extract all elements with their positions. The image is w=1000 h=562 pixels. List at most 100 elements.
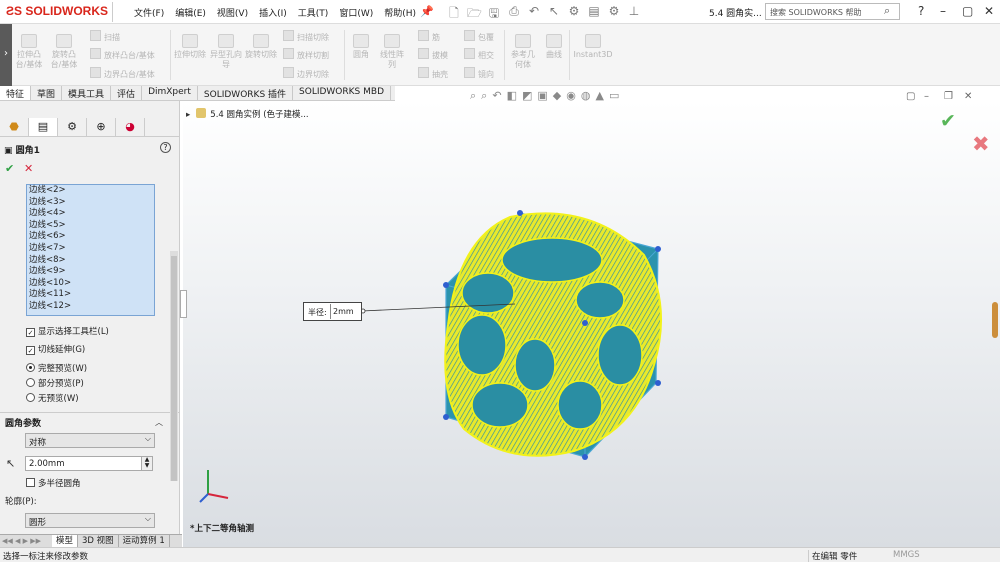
search-icon[interactable]: ⌕ [884,4,890,18]
new-icon[interactable]: 🗋 [447,4,461,25]
status-units[interactable]: MMGS [893,550,920,560]
radius-callout[interactable]: 半径: 2mm [303,302,362,321]
close-icon[interactable]: ✕ [984,4,994,18]
view-settings-icon[interactable]: ▭ [609,89,619,103]
viewport-restore-icon[interactable]: ❐ [944,91,953,102]
save-icon[interactable]: 🖫 [487,4,501,25]
symmetric-select[interactable]: 对称 [25,433,155,448]
revolve-boss-button[interactable]: 旋转凸台/基体 [47,34,81,70]
pin-icon[interactable]: 📌 [420,5,434,18]
expand-arrow-icon[interactable]: ▸ [186,110,190,120]
minimize-icon[interactable]: – [940,4,946,18]
list-item[interactable]: 边线<11> [27,289,154,301]
feature-manager-tab-icon[interactable]: ⬣ [0,118,29,136]
tab-scroll-arrows[interactable]: ◀◀ ◀ ▶ ▶▶ [0,535,52,547]
wrap-button[interactable]: 包覆 [464,30,494,43]
shell-button[interactable]: 抽壳 [418,67,448,80]
list-item[interactable]: 边线<8> [27,255,154,267]
vertex-handle[interactable] [582,320,588,326]
vertex-handle[interactable] [655,380,661,386]
property-manager-tab-icon[interactable]: ▤ [29,118,58,136]
tab-dimxpert[interactable]: DimXpert [142,86,198,100]
select-icon[interactable]: ↖ [547,4,561,25]
undo-icon[interactable]: ↶ [527,4,541,25]
list-item[interactable]: 边线<3> [27,197,154,209]
vertex-handle[interactable] [655,246,661,252]
loft-button[interactable]: 放样凸台/基体 [90,48,155,61]
display-style-icon[interactable]: ◆ [553,89,561,103]
hide-show-icon[interactable]: ◉ [566,89,576,103]
zoom-area-icon[interactable]: ⌕ [481,89,487,103]
fillet-button[interactable]: 圆角 [348,34,374,60]
confirm-cancel-icon[interactable]: ✖ [972,132,990,156]
vertex-handle[interactable] [443,414,449,420]
tab-3d-views[interactable]: 3D 视图 [78,535,119,547]
fillet-parameters-header[interactable]: 圆角参数 [5,416,175,429]
linear-pattern-button[interactable]: 线性阵列 [377,34,407,70]
display-manager-tab-icon[interactable]: ◕ [116,118,145,136]
confirm-ok-icon[interactable]: ✔ [940,110,956,132]
tab-evaluate[interactable]: 评估 [111,86,143,100]
section-view-icon[interactable]: ◧ [507,89,517,103]
radius-input[interactable]: 2.00mm [25,456,153,471]
reference-geometry-button[interactable]: 参考几何体 [508,34,538,70]
tab-features[interactable]: 特征 [0,86,32,100]
multi-radius-checkbox[interactable]: 多半径圆角 [26,478,81,489]
tangent-propagation-checkbox[interactable]: ✓ 切线延伸(G) [26,345,85,355]
vertex-handle[interactable] [582,454,588,460]
revolve-cut-button[interactable]: 旋转切除 [245,34,277,60]
panel-scrollbar-thumb[interactable] [171,256,177,481]
vertex-handle[interactable] [443,282,449,288]
menu-edit[interactable]: 编辑(E) [175,6,206,19]
list-item[interactable]: 边线<9> [27,266,154,278]
panel-splitter-handle[interactable] [180,290,187,318]
open-icon[interactable]: 🗁 [467,4,482,25]
boundary-cut-button[interactable]: 边界切除 [283,67,329,80]
rib-button[interactable]: 筋 [418,30,440,43]
list-item[interactable]: 边线<5> [27,220,154,232]
apply-scene-icon[interactable]: ▲ [595,89,603,103]
view-orientation-icon[interactable]: ▣ [537,89,547,103]
full-preview-radio[interactable]: 完整预览(W) [26,363,87,374]
file-properties-icon[interactable]: ▤ [587,4,601,25]
menu-window[interactable]: 窗口(W) [339,6,373,19]
menu-insert[interactable]: 插入(I) [259,6,287,19]
sweep-button[interactable]: 扫描 [90,30,120,43]
partial-preview-radio[interactable]: 部分预览(P) [26,378,84,389]
ok-icon[interactable]: ✔ [5,162,14,175]
help-icon[interactable]: ? [160,142,171,153]
tab-addins[interactable]: SOLIDWORKS 插件 [198,86,294,100]
collapse-icon[interactable]: ︿ [155,417,163,428]
profile-select[interactable]: 圆形 [25,513,155,528]
tab-mbd[interactable]: SOLIDWORKS MBD [293,86,391,100]
search-input[interactable]: 搜索 SOLIDWORKS 帮助 [765,3,900,20]
viewport-expand-icon[interactable]: ▢ [906,91,915,102]
menu-file[interactable]: 文件(F) [134,6,164,19]
mirror-button[interactable]: 镜向 [464,67,494,80]
pushpin-icon[interactable]: ⊥ [627,4,641,25]
tab-mold-tools[interactable]: 模具工具 [62,86,112,100]
boundary-boss-button[interactable]: 边界凸台/基体 [90,67,155,80]
dynamic-annotation-icon[interactable]: ◩ [522,89,532,103]
hole-wizard-button[interactable]: 异型孔向导 [210,34,242,70]
tab-model[interactable]: 模型 [52,535,79,547]
edge-selection-list[interactable]: 边线<2> 边线<3> 边线<4> 边线<5> 边线<6> 边线<7> 边线<8… [26,184,155,316]
viewport-scroll-thumb[interactable] [992,302,998,338]
tab-motion-study[interactable]: 运动算例 1 [119,535,170,547]
curves-button[interactable]: 曲线 [542,34,566,60]
list-item[interactable]: 边线<2> [27,185,154,197]
lofted-cut-button[interactable]: 放样切割 [283,48,329,61]
swept-cut-button[interactable]: 扫描切除 [283,30,329,43]
feature-tree-flyout[interactable]: ▸ 5.4 圆角实例 (色子建模... [186,108,309,120]
edit-appearance-icon[interactable]: ◍ [581,89,591,103]
rebuild-icon[interactable]: ⚙ [567,4,581,25]
list-item[interactable]: 边线<10> [27,278,154,290]
list-item[interactable]: 边线<4> [27,208,154,220]
vertex-handle[interactable] [517,210,523,216]
cube-model[interactable] [440,205,670,460]
ribbon-expand-icon[interactable]: › [0,24,12,86]
configuration-manager-tab-icon[interactable]: ⚙ [58,118,87,136]
viewport-minimize-icon[interactable]: – [924,91,929,102]
list-item[interactable]: 边线<6> [27,231,154,243]
print-icon[interactable]: ⎙ [507,4,521,25]
